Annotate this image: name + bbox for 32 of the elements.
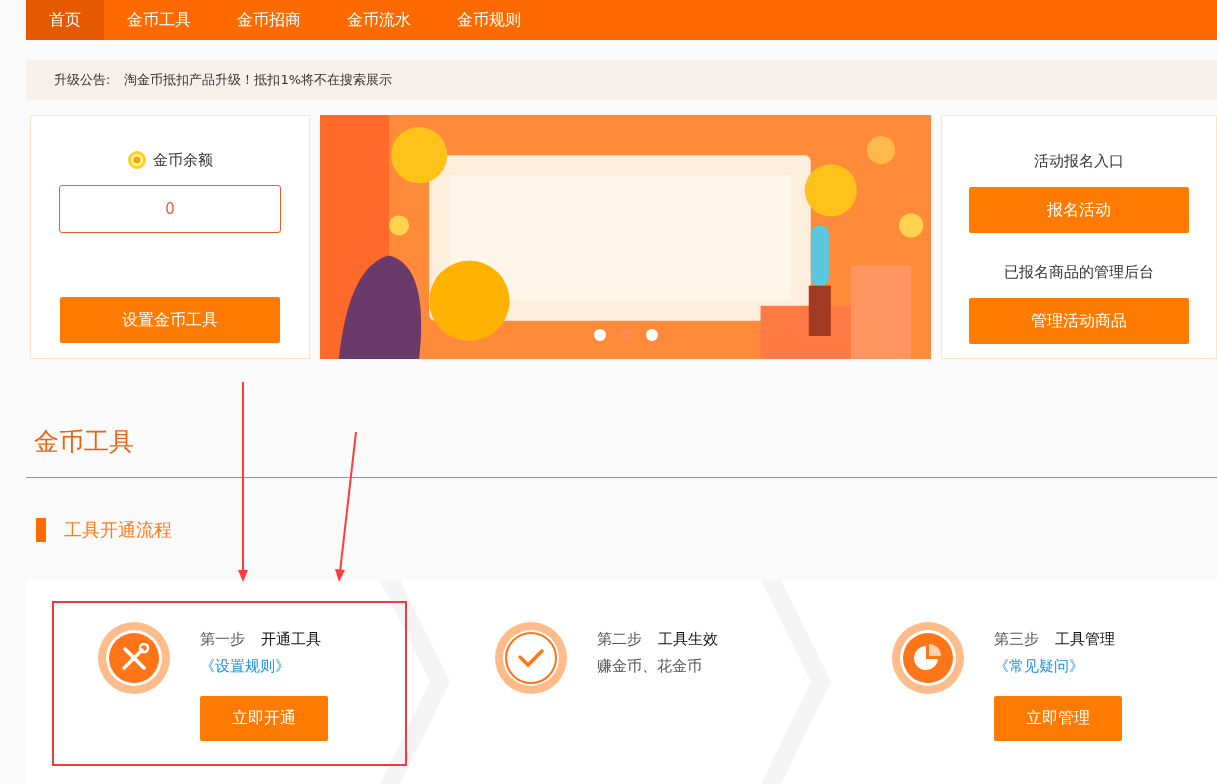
section-marker <box>36 518 46 542</box>
activity-label: 活动报名入口 <box>1034 152 1124 171</box>
step-title: 工具生效 <box>658 630 718 649</box>
nav-tab[interactable]: 金币流水 <box>324 0 434 40</box>
step-button[interactable]: 立即开通 <box>200 696 328 741</box>
manage-goods-button[interactable]: 管理活动商品 <box>969 298 1189 344</box>
nav-tab[interactable]: 金币工具 <box>104 0 214 40</box>
step-number: 第二步 <box>597 630 642 649</box>
step-note: 赚金币、花金币 <box>597 657 702 676</box>
step-button[interactable]: 立即管理 <box>994 696 1122 741</box>
step-title: 开通工具 <box>261 630 321 649</box>
step-link[interactable]: 《常见疑问》 <box>994 657 1084 676</box>
balance-value: 0 <box>59 185 281 233</box>
manage-label: 已报名商品的管理后台 <box>1004 263 1154 282</box>
check-icon <box>495 622 567 694</box>
subsection-title: 工具开通流程 <box>64 518 172 542</box>
section-title: 金币工具 <box>34 427 134 456</box>
step-title: 工具管理 <box>1055 630 1115 649</box>
step-number: 第一步 <box>200 630 245 649</box>
pie-chart-icon <box>892 622 964 694</box>
tools-icon <box>98 622 170 694</box>
step-number: 第三步 <box>994 630 1039 649</box>
nav-tab[interactable]: 金币招商 <box>214 0 324 40</box>
notice-label: 升级公告: <box>54 71 111 89</box>
nav-tab[interactable]: 首页 <box>26 0 104 40</box>
nav-tab[interactable]: 金币规则 <box>434 0 544 40</box>
balance-label: 金币余额 <box>153 150 213 170</box>
join-activity-button[interactable]: 报名活动 <box>969 187 1189 233</box>
step-link[interactable]: 《设置规则》 <box>200 657 290 676</box>
set-tool-button[interactable]: 设置金币工具 <box>60 297 280 343</box>
coin-icon <box>127 150 147 170</box>
notice-text[interactable]: 淘金币抵扣产品升级！抵扣1%将不在搜索展示 <box>124 71 392 89</box>
